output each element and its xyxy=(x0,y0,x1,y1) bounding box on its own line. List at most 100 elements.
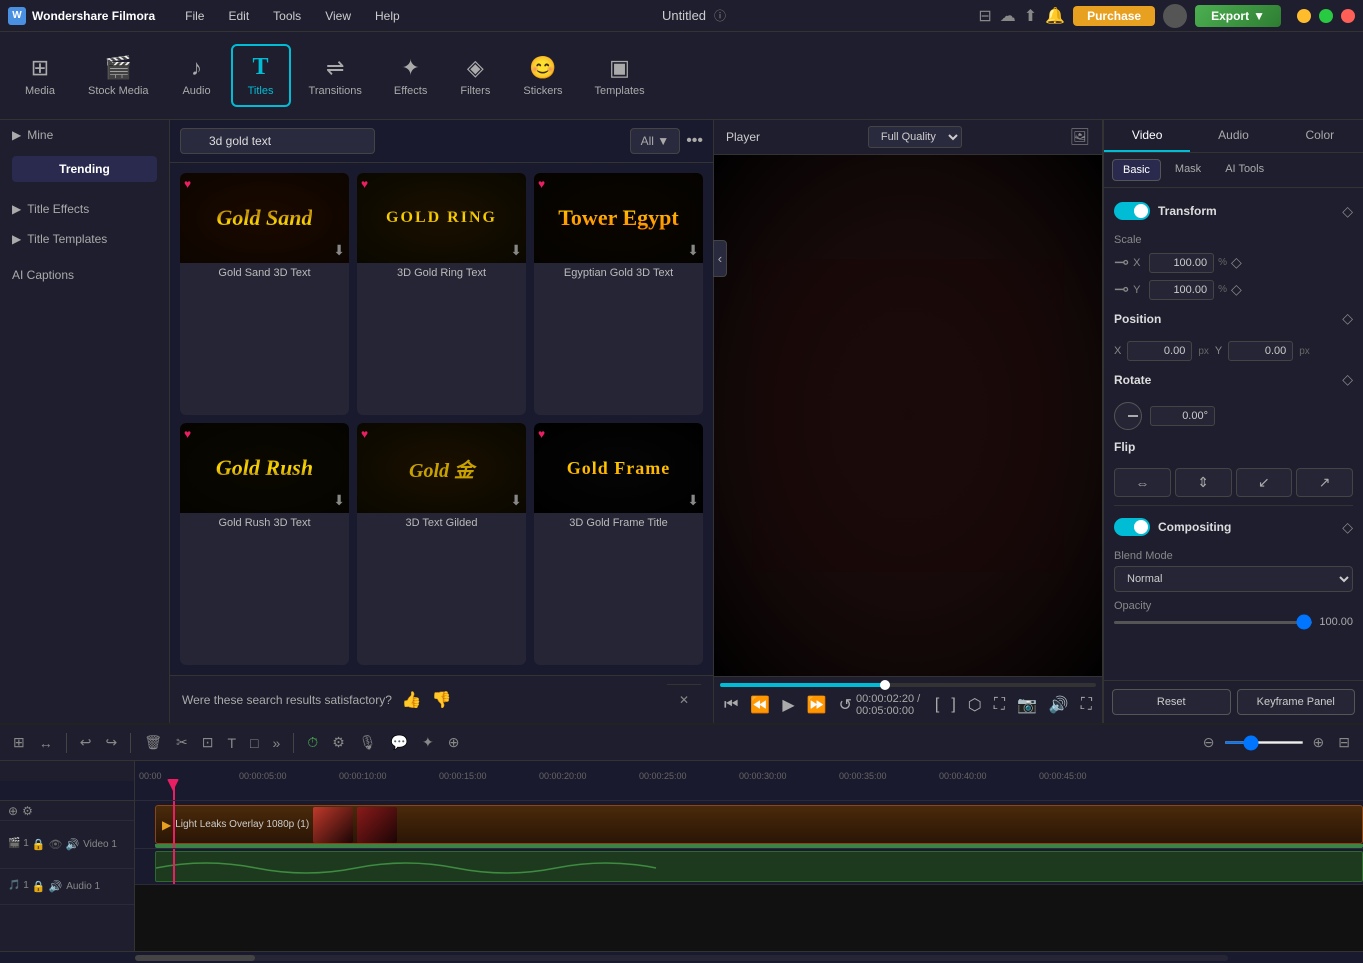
category-mine[interactable]: ▶ Mine xyxy=(0,120,169,150)
toolbar-audio[interactable]: ♪ Audio xyxy=(167,47,227,105)
snapshot-button[interactable]: 📷 xyxy=(1013,693,1041,717)
add-track-button[interactable]: ⊞ xyxy=(8,732,30,753)
flip-vertical-button[interactable]: ⇕ xyxy=(1175,468,1232,497)
title-card-gold-sand[interactable]: ♥ Gold Sand ⬇ Gold Sand 3D Text xyxy=(180,173,349,415)
audio-btn[interactable]: 🎙 xyxy=(354,732,382,753)
speed-button[interactable]: ⏱ xyxy=(302,732,323,753)
rotate-dial[interactable] xyxy=(1114,402,1142,430)
search-input[interactable] xyxy=(180,128,375,154)
compositing-keyframe-button[interactable]: ◇ xyxy=(1342,519,1353,536)
crop-button[interactable]: ⊡ xyxy=(197,732,219,753)
screenshot-icon[interactable]: 🖼 xyxy=(1070,127,1090,147)
window-minimize[interactable] xyxy=(1297,9,1311,23)
opacity-slider[interactable] xyxy=(1114,621,1312,624)
thumbs-down-button[interactable]: 👎 xyxy=(432,690,452,710)
ai-tools-btn[interactable]: ✦ xyxy=(417,732,439,753)
more-tools-button[interactable]: » xyxy=(267,733,285,753)
position-y-input[interactable] xyxy=(1228,341,1293,361)
title-card-gilded[interactable]: ♥ Gold 金 ⬇ 3D Text Gilded xyxy=(357,423,526,665)
toolbar-effects[interactable]: ✦ Effects xyxy=(380,47,441,105)
menu-edit[interactable]: Edit xyxy=(218,7,259,25)
zoom-out-button[interactable]: ⊖ xyxy=(1198,732,1220,753)
layout-button[interactable]: ⊟ xyxy=(1333,732,1355,753)
fullscreen-button[interactable]: ⛶ xyxy=(990,694,1009,716)
copy-btn[interactable]: ⊕ xyxy=(443,732,465,753)
effect-btn-2[interactable]: ⚙ xyxy=(327,732,350,753)
toolbar-media[interactable]: ⊞ Media xyxy=(10,47,70,105)
mask-button[interactable]: □ xyxy=(245,733,263,753)
zoom-in-button[interactable]: ⊕ xyxy=(1308,732,1330,753)
snap-button[interactable]: ↔ xyxy=(34,733,58,753)
menu-tools[interactable]: Tools xyxy=(263,7,311,25)
tab-audio[interactable]: Audio xyxy=(1190,120,1276,152)
video-mute-button[interactable]: 🔊 xyxy=(65,838,79,851)
toolbar-filters[interactable]: ◈ Filters xyxy=(445,47,505,105)
sub-tab-ai-tools[interactable]: AI Tools xyxy=(1215,159,1274,181)
blend-mode-select[interactable]: Normal xyxy=(1114,566,1353,592)
rotate-input[interactable] xyxy=(1150,406,1215,426)
audio-mute-button-2[interactable]: 🔊 xyxy=(49,880,63,893)
toolbar-transitions[interactable]: ⇌ Transitions xyxy=(295,47,376,105)
mark-in-button[interactable]: [ xyxy=(931,694,943,716)
compositing-toggle[interactable] xyxy=(1114,518,1150,536)
menu-help[interactable]: Help xyxy=(365,7,410,25)
reset-button[interactable]: Reset xyxy=(1112,689,1231,715)
toolbar-stock-media[interactable]: 🎬 Stock Media xyxy=(74,47,163,105)
title-card-egypt[interactable]: ♥ Tower Egypt ⬇ Egyptian Gold 3D Text xyxy=(534,173,703,415)
trending-button[interactable]: Trending xyxy=(12,156,157,182)
transform-toggle[interactable] xyxy=(1114,202,1150,220)
category-title-templates[interactable]: ▶ Title Templates xyxy=(0,224,169,254)
category-title-effects[interactable]: ▶ Title Effects xyxy=(0,194,169,224)
video-clip[interactable]: ▶ Light Leaks Overlay 1080p (1) xyxy=(155,805,1363,844)
track-settings-button[interactable]: ⚙ xyxy=(22,804,33,818)
position-keyframe-button[interactable]: ◇ xyxy=(1342,310,1353,327)
text-button[interactable]: T xyxy=(222,733,241,753)
subtitle-btn[interactable]: 💬 xyxy=(386,732,413,753)
progress-bar[interactable] xyxy=(720,683,1096,687)
ai-captions[interactable]: AI Captions xyxy=(0,260,169,290)
scrollbar-track[interactable] xyxy=(135,955,1228,961)
window-maximize[interactable] xyxy=(1319,9,1333,23)
add-track-inner-button[interactable]: ⊕ xyxy=(8,804,18,818)
purchase-button[interactable]: Purchase xyxy=(1073,6,1155,26)
loop-button[interactable]: ↺ xyxy=(835,693,856,717)
expand-button[interactable]: ⛶ xyxy=(1077,694,1096,716)
menu-file[interactable]: File xyxy=(175,7,214,25)
scale-y-keyframe[interactable]: ◇ xyxy=(1231,281,1242,298)
frame-back-button[interactable]: ⏪ xyxy=(746,693,774,717)
thumbs-up-button[interactable]: 👍 xyxy=(402,690,422,710)
progress-handle[interactable] xyxy=(880,680,890,690)
scale-y-input[interactable] xyxy=(1149,280,1214,300)
scale-x-input[interactable] xyxy=(1149,253,1214,273)
frame-forward-button[interactable]: ⏩ xyxy=(803,693,831,717)
scrollbar-thumb[interactable] xyxy=(135,955,255,961)
rotate-keyframe-button[interactable]: ◇ xyxy=(1342,371,1353,388)
transform-keyframe-button[interactable]: ◇ xyxy=(1342,203,1353,220)
more-options-button[interactable]: ••• xyxy=(686,132,703,150)
flip-horizontal-button[interactable]: ⇔ xyxy=(1114,468,1171,497)
title-card-gold-ring[interactable]: ♥ GOLD RING ⬇ 3D Gold Ring Text xyxy=(357,173,526,415)
cut-button[interactable]: ✂ xyxy=(171,732,193,753)
delete-button[interactable]: 🗑 xyxy=(139,732,167,753)
sub-tab-mask[interactable]: Mask xyxy=(1165,159,1211,181)
panel-collapse-button[interactable]: ‹ xyxy=(713,240,727,277)
skip-back-button[interactable]: ⏮ xyxy=(720,694,742,716)
redo-button[interactable]: ↪ xyxy=(100,732,122,753)
position-x-input[interactable] xyxy=(1127,341,1192,361)
window-close[interactable] xyxy=(1341,9,1355,23)
quality-select[interactable]: Full Quality xyxy=(868,126,962,148)
undo-button[interactable]: ↩ xyxy=(75,732,97,753)
tab-color[interactable]: Color xyxy=(1277,120,1363,152)
sub-tab-basic[interactable]: Basic xyxy=(1112,159,1161,181)
title-card-gold-rush[interactable]: ♥ Gold Rush ⬇ Gold Rush 3D Text xyxy=(180,423,349,665)
flip-diag1-button[interactable]: ↙ xyxy=(1236,468,1293,497)
zoom-slider[interactable] xyxy=(1224,741,1304,744)
volume-button[interactable]: 🔊 xyxy=(1045,693,1073,717)
toolbar-templates[interactable]: ▣ Templates xyxy=(580,47,658,105)
toolbar-stickers[interactable]: 😊 Stickers xyxy=(509,47,576,105)
title-card-gold-frame[interactable]: ♥ Gold Frame ⬇ 3D Gold Frame Title xyxy=(534,423,703,665)
mark-out-button[interactable]: ] xyxy=(947,694,959,716)
insert-button[interactable]: ⬡ xyxy=(964,693,986,717)
video-hide-button[interactable]: 👁 xyxy=(49,838,63,851)
menu-view[interactable]: View xyxy=(315,7,361,25)
